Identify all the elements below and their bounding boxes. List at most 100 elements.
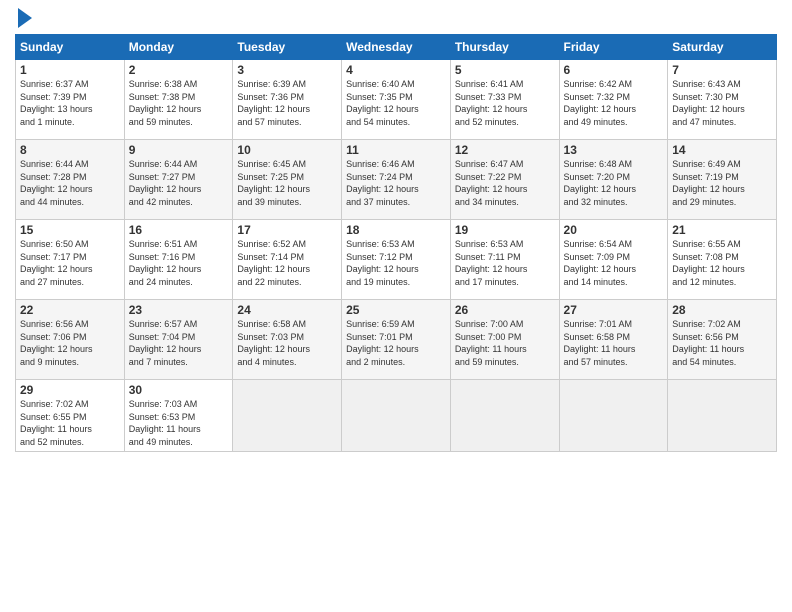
calendar-cell: 29Sunrise: 7:02 AMSunset: 6:55 PMDayligh… [16,380,125,452]
calendar-cell: 24Sunrise: 6:58 AMSunset: 7:03 PMDayligh… [233,300,342,380]
day-info: Sunrise: 6:47 AMSunset: 7:22 PMDaylight:… [455,158,555,208]
calendar-cell: 26Sunrise: 7:00 AMSunset: 7:00 PMDayligh… [450,300,559,380]
page-container: SundayMondayTuesdayWednesdayThursdayFrid… [0,0,792,457]
day-info: Sunrise: 6:59 AMSunset: 7:01 PMDaylight:… [346,318,446,368]
day-number: 12 [455,143,555,157]
day-number: 30 [129,383,229,397]
day-info: Sunrise: 6:46 AMSunset: 7:24 PMDaylight:… [346,158,446,208]
day-number: 14 [672,143,772,157]
day-number: 5 [455,63,555,77]
calendar-cell: 28Sunrise: 7:02 AMSunset: 6:56 PMDayligh… [668,300,777,380]
day-info: Sunrise: 6:40 AMSunset: 7:35 PMDaylight:… [346,78,446,128]
weekday-header-friday: Friday [559,35,668,60]
day-number: 8 [20,143,120,157]
calendar-cell: 1Sunrise: 6:37 AMSunset: 7:39 PMDaylight… [16,60,125,140]
logo [15,10,32,28]
day-number: 25 [346,303,446,317]
logo-arrow-icon [18,8,32,28]
weekday-header-thursday: Thursday [450,35,559,60]
calendar-cell: 25Sunrise: 6:59 AMSunset: 7:01 PMDayligh… [342,300,451,380]
day-info: Sunrise: 6:53 AMSunset: 7:11 PMDaylight:… [455,238,555,288]
day-info: Sunrise: 7:02 AMSunset: 6:56 PMDaylight:… [672,318,772,368]
day-info: Sunrise: 6:48 AMSunset: 7:20 PMDaylight:… [564,158,664,208]
day-number: 15 [20,223,120,237]
calendar-cell: 4Sunrise: 6:40 AMSunset: 7:35 PMDaylight… [342,60,451,140]
calendar-cell [450,380,559,452]
day-number: 7 [672,63,772,77]
calendar-cell: 23Sunrise: 6:57 AMSunset: 7:04 PMDayligh… [124,300,233,380]
day-info: Sunrise: 6:49 AMSunset: 7:19 PMDaylight:… [672,158,772,208]
day-info: Sunrise: 6:43 AMSunset: 7:30 PMDaylight:… [672,78,772,128]
day-info: Sunrise: 6:53 AMSunset: 7:12 PMDaylight:… [346,238,446,288]
calendar-cell: 7Sunrise: 6:43 AMSunset: 7:30 PMDaylight… [668,60,777,140]
day-info: Sunrise: 7:02 AMSunset: 6:55 PMDaylight:… [20,398,120,448]
calendar-cell [668,380,777,452]
day-info: Sunrise: 6:58 AMSunset: 7:03 PMDaylight:… [237,318,337,368]
day-number: 24 [237,303,337,317]
day-number: 13 [564,143,664,157]
calendar-cell: 18Sunrise: 6:53 AMSunset: 7:12 PMDayligh… [342,220,451,300]
day-number: 27 [564,303,664,317]
calendar-cell: 8Sunrise: 6:44 AMSunset: 7:28 PMDaylight… [16,140,125,220]
weekday-header-monday: Monday [124,35,233,60]
day-number: 17 [237,223,337,237]
day-info: Sunrise: 6:51 AMSunset: 7:16 PMDaylight:… [129,238,229,288]
calendar-cell: 3Sunrise: 6:39 AMSunset: 7:36 PMDaylight… [233,60,342,140]
day-info: Sunrise: 6:57 AMSunset: 7:04 PMDaylight:… [129,318,229,368]
day-number: 29 [20,383,120,397]
calendar-cell: 15Sunrise: 6:50 AMSunset: 7:17 PMDayligh… [16,220,125,300]
day-number: 18 [346,223,446,237]
calendar-cell [342,380,451,452]
day-info: Sunrise: 6:55 AMSunset: 7:08 PMDaylight:… [672,238,772,288]
calendar-header-row: SundayMondayTuesdayWednesdayThursdayFrid… [16,35,777,60]
day-info: Sunrise: 7:03 AMSunset: 6:53 PMDaylight:… [129,398,229,448]
day-number: 21 [672,223,772,237]
day-info: Sunrise: 6:50 AMSunset: 7:17 PMDaylight:… [20,238,120,288]
day-info: Sunrise: 7:00 AMSunset: 7:00 PMDaylight:… [455,318,555,368]
calendar-cell: 9Sunrise: 6:44 AMSunset: 7:27 PMDaylight… [124,140,233,220]
day-number: 4 [346,63,446,77]
calendar-cell: 17Sunrise: 6:52 AMSunset: 7:14 PMDayligh… [233,220,342,300]
calendar-cell [233,380,342,452]
day-info: Sunrise: 6:37 AMSunset: 7:39 PMDaylight:… [20,78,120,128]
calendar-cell: 21Sunrise: 6:55 AMSunset: 7:08 PMDayligh… [668,220,777,300]
calendar-cell: 16Sunrise: 6:51 AMSunset: 7:16 PMDayligh… [124,220,233,300]
calendar-cell: 19Sunrise: 6:53 AMSunset: 7:11 PMDayligh… [450,220,559,300]
calendar-cell [559,380,668,452]
calendar-cell: 2Sunrise: 6:38 AMSunset: 7:38 PMDaylight… [124,60,233,140]
day-number: 11 [346,143,446,157]
day-info: Sunrise: 6:44 AMSunset: 7:28 PMDaylight:… [20,158,120,208]
calendar-cell: 11Sunrise: 6:46 AMSunset: 7:24 PMDayligh… [342,140,451,220]
day-number: 23 [129,303,229,317]
day-number: 16 [129,223,229,237]
calendar-cell: 22Sunrise: 6:56 AMSunset: 7:06 PMDayligh… [16,300,125,380]
calendar-cell: 14Sunrise: 6:49 AMSunset: 7:19 PMDayligh… [668,140,777,220]
day-info: Sunrise: 6:56 AMSunset: 7:06 PMDaylight:… [20,318,120,368]
weekday-header-wednesday: Wednesday [342,35,451,60]
day-info: Sunrise: 6:52 AMSunset: 7:14 PMDaylight:… [237,238,337,288]
day-number: 1 [20,63,120,77]
day-info: Sunrise: 6:44 AMSunset: 7:27 PMDaylight:… [129,158,229,208]
calendar-cell: 20Sunrise: 6:54 AMSunset: 7:09 PMDayligh… [559,220,668,300]
calendar-cell: 5Sunrise: 6:41 AMSunset: 7:33 PMDaylight… [450,60,559,140]
header [15,10,777,28]
calendar-table: SundayMondayTuesdayWednesdayThursdayFrid… [15,34,777,452]
weekday-header-saturday: Saturday [668,35,777,60]
calendar-cell: 27Sunrise: 7:01 AMSunset: 6:58 PMDayligh… [559,300,668,380]
day-info: Sunrise: 6:45 AMSunset: 7:25 PMDaylight:… [237,158,337,208]
day-number: 28 [672,303,772,317]
day-info: Sunrise: 7:01 AMSunset: 6:58 PMDaylight:… [564,318,664,368]
calendar-cell: 6Sunrise: 6:42 AMSunset: 7:32 PMDaylight… [559,60,668,140]
day-number: 22 [20,303,120,317]
day-info: Sunrise: 6:54 AMSunset: 7:09 PMDaylight:… [564,238,664,288]
day-info: Sunrise: 6:39 AMSunset: 7:36 PMDaylight:… [237,78,337,128]
day-number: 10 [237,143,337,157]
day-number: 9 [129,143,229,157]
day-number: 3 [237,63,337,77]
calendar-cell: 10Sunrise: 6:45 AMSunset: 7:25 PMDayligh… [233,140,342,220]
calendar-cell: 13Sunrise: 6:48 AMSunset: 7:20 PMDayligh… [559,140,668,220]
day-info: Sunrise: 6:42 AMSunset: 7:32 PMDaylight:… [564,78,664,128]
weekday-header-sunday: Sunday [16,35,125,60]
calendar-cell: 30Sunrise: 7:03 AMSunset: 6:53 PMDayligh… [124,380,233,452]
day-number: 20 [564,223,664,237]
